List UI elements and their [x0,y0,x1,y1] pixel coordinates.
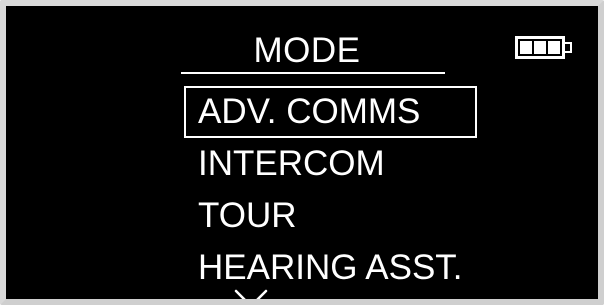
menu-item-hearing-asst[interactable]: HEARING ASST. [184,242,477,294]
battery-cell [520,41,532,54]
menu-item-tour[interactable]: TOUR [184,190,477,242]
battery-cell [548,41,560,54]
battery-full-icon [515,36,573,61]
menu-item-adv-comms[interactable]: ADV. COMMS [184,86,477,138]
battery-cell [534,41,546,54]
menu-item-intercom[interactable]: INTERCOM [184,138,477,190]
mode-menu: ADV. COMMS INTERCOM TOUR HEARING ASST. [184,86,477,294]
chevron-down-icon [234,289,268,299]
device-screen: MODE ADV. COMMS INTERCOM TOUR HEARING AS… [0,0,604,305]
title-underline [181,72,445,74]
page-title: MODE [253,31,361,70]
battery-tip [565,42,572,53]
battery-body [515,36,565,59]
